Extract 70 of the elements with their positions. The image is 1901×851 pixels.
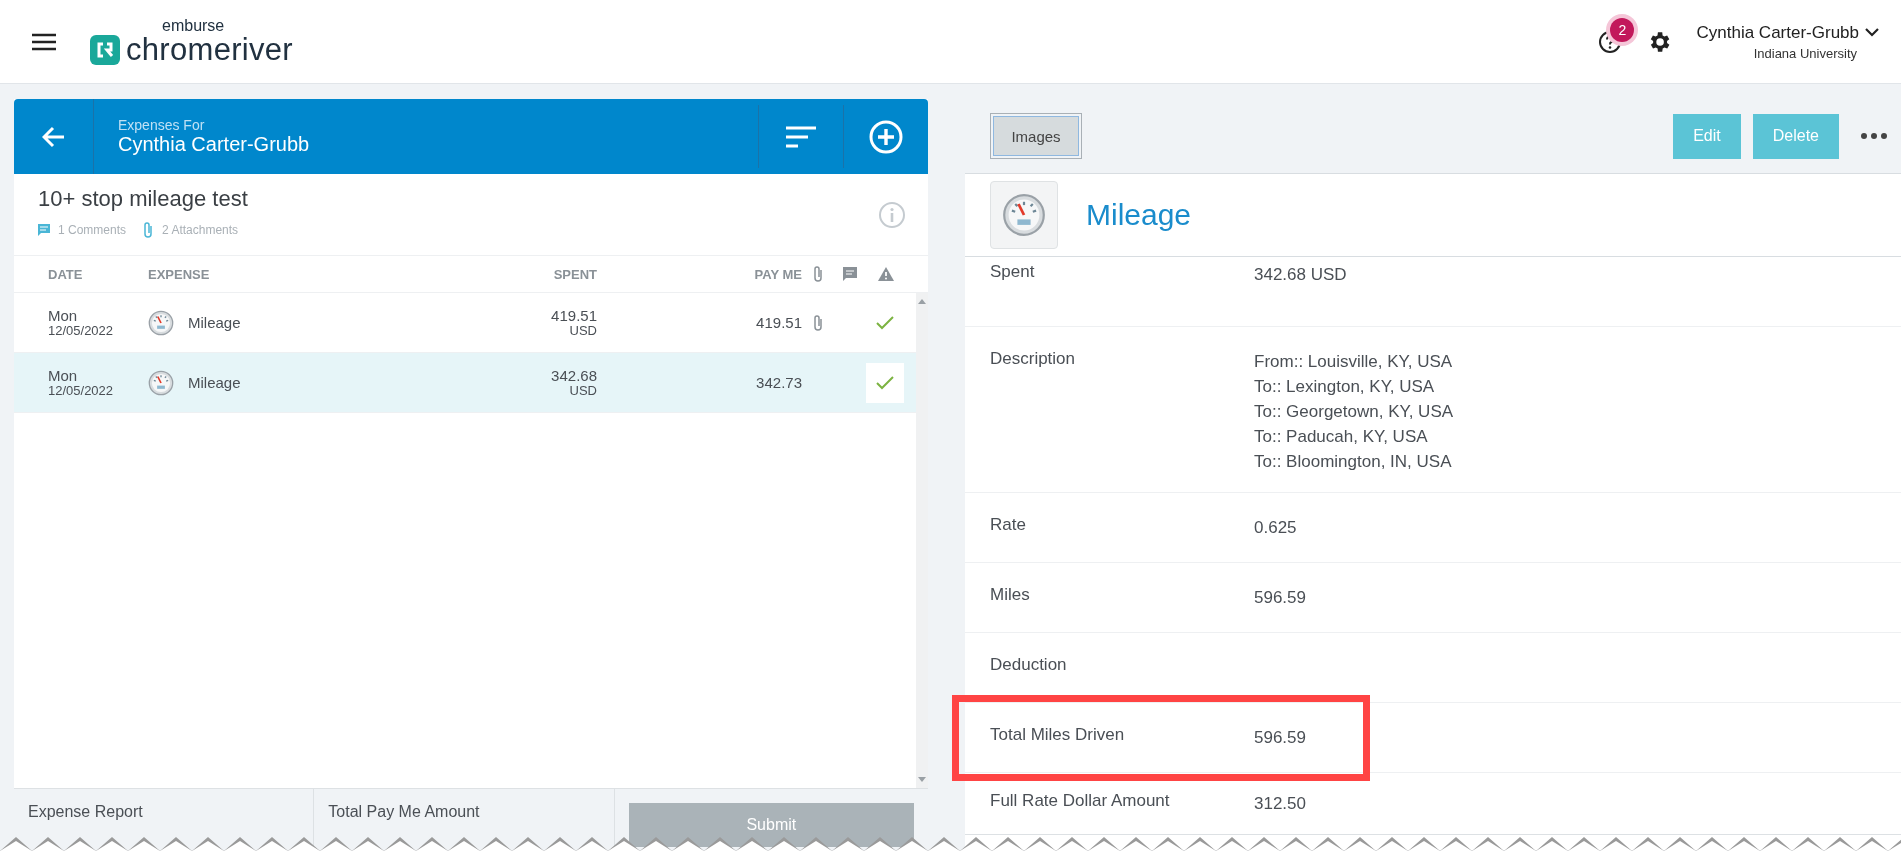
comments-link[interactable]: 1 Comments <box>58 223 127 237</box>
chevron-down-icon[interactable] <box>1865 28 1879 37</box>
checkmark-icon <box>876 375 894 390</box>
field-value: 342.68 USD <box>1254 264 1347 286</box>
field-value: 596.59 <box>1254 587 1306 609</box>
report-title: 10+ stop mileage test <box>38 186 249 212</box>
column-header: DATE <box>48 266 84 282</box>
logo-icon <box>90 35 120 65</box>
field-value: 596.59 <box>1254 727 1306 749</box>
currency-text: USD <box>569 323 597 338</box>
day-text: Mon <box>48 367 79 384</box>
field-label: Spent <box>990 261 1036 283</box>
attachment-icon <box>142 221 155 239</box>
expense-name: Mileage <box>188 374 241 391</box>
menu-icon[interactable] <box>32 32 56 51</box>
field-value: 0.625 <box>1254 517 1297 539</box>
spent-amount: 419.51 <box>551 307 597 324</box>
gauge-icon <box>148 369 174 396</box>
attachment-icon <box>812 265 824 283</box>
gauge-icon <box>148 309 174 336</box>
report-label: Expense Report <box>28 803 143 820</box>
back-arrow-icon[interactable] <box>41 125 66 148</box>
more-options-icon[interactable] <box>1861 133 1887 139</box>
column-header: EXPENSE <box>148 266 211 282</box>
scrollbar[interactable] <box>916 293 928 788</box>
field-value: 312.50 <box>1254 793 1306 815</box>
column-header: PAY ME <box>753 266 802 282</box>
field-label: Description <box>990 348 1077 370</box>
date-text: 12/05/2022 <box>48 323 115 338</box>
field-value: To:: Paducah, KY, USA <box>1254 426 1429 448</box>
checkmark-icon <box>876 315 894 330</box>
day-text: Mon <box>48 307 79 324</box>
field-label: Rate <box>990 514 1027 536</box>
comment-icon[interactable] <box>38 224 50 236</box>
date-text: 12/05/2022 <box>48 383 115 398</box>
caption-text: Expenses For <box>118 117 206 133</box>
total-label: Total Pay Me Amount <box>328 803 480 820</box>
gauge-icon <box>1002 193 1046 237</box>
sort-icon[interactable] <box>786 125 816 148</box>
expense-row[interactable]: Mon 12/05/2022 Mileage 342.68 USD 342.73 <box>14 353 916 413</box>
spent-amount: 342.68 <box>551 367 597 384</box>
organization-name: Indiana University <box>1753 45 1857 61</box>
pay-me-amount: 419.51 <box>755 314 802 331</box>
attachments-link[interactable]: 2 Attachments <box>162 223 239 237</box>
edit-button[interactable]: Edit <box>1673 113 1741 159</box>
pay-me-amount: 342.73 <box>755 374 802 391</box>
add-icon[interactable] <box>869 119 903 154</box>
warning-icon <box>878 267 894 281</box>
user-name[interactable]: Cynthia Carter-Grubb <box>1696 22 1859 43</box>
field-value: To:: Lexington, KY, USA <box>1254 376 1436 398</box>
comment-icon <box>842 266 858 282</box>
images-button[interactable]: Images <box>993 116 1079 156</box>
expense-type-title: Mileage <box>1086 198 1192 232</box>
field-label: Full Rate Dollar Amount <box>990 790 1171 812</box>
field-label: Miles <box>990 584 1031 606</box>
scroll-up-icon[interactable] <box>918 299 926 304</box>
field-value: From:: Louisville, KY, USA <box>1254 351 1454 373</box>
delete-button[interactable]: Delete <box>1752 113 1839 159</box>
field-label: Deduction <box>990 654 1068 676</box>
report-owner: Cynthia Carter-Grubb <box>118 133 311 156</box>
column-header: SPENT <box>552 266 598 282</box>
scroll-down-icon[interactable] <box>918 777 926 782</box>
logo-text: chromeriver <box>126 34 293 65</box>
field-value: To:: Georgetown, KY, USA <box>1254 401 1454 423</box>
notification-badge: 2 <box>1610 17 1635 42</box>
field-value: To:: Bloomington, IN, USA <box>1254 451 1453 473</box>
currency-text: USD <box>569 383 597 398</box>
expense-name: Mileage <box>188 314 241 331</box>
field-label: Total Miles Driven <box>990 724 1126 746</box>
logo-text: emburse <box>162 18 226 34</box>
